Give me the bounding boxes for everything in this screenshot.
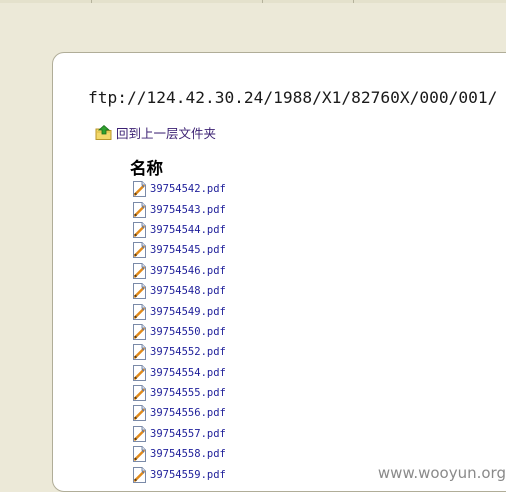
file-name: 39754556.pdf: [150, 407, 226, 420]
name-column-header: 名称: [130, 159, 163, 178]
parent-folder-label: 回到上一层文件夹: [116, 126, 217, 141]
pdf-file-icon: [132, 364, 147, 381]
pdf-file-icon: [132, 201, 147, 218]
page-content-area: [52, 52, 506, 492]
pdf-file-icon: [132, 385, 147, 402]
pdf-file-icon: [132, 262, 147, 279]
file-name: 39754545.pdf: [150, 244, 226, 257]
file-name: 39754549.pdf: [150, 305, 226, 318]
toolbar-divider: [91, 0, 92, 3]
file-list-item[interactable]: 39754542.pdf: [132, 179, 226, 199]
file-list-item[interactable]: 39754550.pdf: [132, 322, 226, 342]
file-list-item[interactable]: 39754557.pdf: [132, 424, 226, 444]
toolbar-divider: [353, 0, 354, 3]
file-name: 39754548.pdf: [150, 285, 226, 298]
file-list-item[interactable]: 39754545.pdf: [132, 240, 226, 260]
file-name: 39754544.pdf: [150, 223, 226, 236]
pdf-file-icon: [132, 466, 147, 483]
file-name: 39754546.pdf: [150, 264, 226, 277]
parent-folder-link[interactable]: 回到上一层文件夹: [95, 123, 216, 142]
file-name: 39754555.pdf: [150, 387, 226, 400]
pdf-file-icon: [132, 181, 147, 198]
file-list-item[interactable]: 39754556.pdf: [132, 403, 226, 423]
file-list-item[interactable]: 39754552.pdf: [132, 342, 226, 362]
pdf-file-icon: [132, 283, 147, 300]
watermark-text: www.wooyun.org: [377, 464, 506, 482]
file-list: 39754542.pdf 39754543.pdf 39754544.pdf 3…: [132, 179, 226, 485]
toolbar-strip: [0, 0, 506, 3]
file-list-item[interactable]: 39754558.pdf: [132, 444, 226, 464]
file-list-item[interactable]: 39754549.pdf: [132, 301, 226, 321]
file-list-item[interactable]: 39754546.pdf: [132, 261, 226, 281]
pdf-file-icon: [132, 344, 147, 361]
pdf-file-icon: [132, 242, 147, 259]
file-name: 39754542.pdf: [150, 183, 226, 196]
folder-up-icon: [95, 124, 113, 141]
file-list-item[interactable]: 39754544.pdf: [132, 220, 226, 240]
file-list-item[interactable]: 39754543.pdf: [132, 199, 226, 219]
toolbar-divider: [262, 0, 263, 3]
file-name: 39754558.pdf: [150, 448, 226, 461]
file-name: 39754552.pdf: [150, 346, 226, 359]
pdf-file-icon: [132, 221, 147, 238]
file-list-item[interactable]: 39754554.pdf: [132, 363, 226, 383]
pdf-file-icon: [132, 425, 147, 442]
pdf-file-icon: [132, 405, 147, 422]
file-name: 39754557.pdf: [150, 427, 226, 440]
pdf-file-icon: [132, 446, 147, 463]
file-list-item[interactable]: 39754555.pdf: [132, 383, 226, 403]
ftp-path-heading: ftp://124.42.30.24/1988/X1/82760X/000/00…: [88, 88, 498, 107]
file-list-item[interactable]: 39754548.pdf: [132, 281, 226, 301]
file-name: 39754550.pdf: [150, 325, 226, 338]
pdf-file-icon: [132, 303, 147, 320]
file-name: 39754543.pdf: [150, 203, 226, 216]
pdf-file-icon: [132, 323, 147, 340]
file-name: 39754554.pdf: [150, 366, 226, 379]
file-list-item[interactable]: 39754559.pdf: [132, 464, 226, 484]
file-name: 39754559.pdf: [150, 468, 226, 481]
